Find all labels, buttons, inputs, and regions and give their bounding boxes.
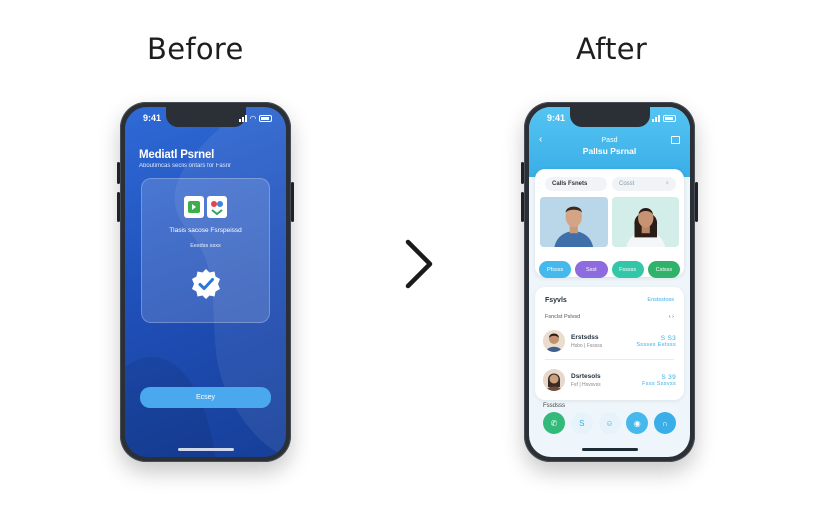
contact-icon[interactable]: ☺ — [598, 412, 621, 434]
close-icon[interactable]: × — [665, 181, 669, 187]
after-heading: After — [576, 32, 648, 66]
action-dock: ✆ S ☺ ◉ ∩ — [543, 412, 676, 434]
n-icon[interactable]: ∩ — [654, 412, 676, 434]
primary-button[interactable]: Ecsey — [140, 387, 271, 408]
status-time: 9:41 — [547, 113, 566, 123]
status-bar: 9:41 ◠ — [143, 112, 272, 124]
card-label: Tlasis sacose Fsrspeissd — [169, 227, 242, 234]
before-heading: Before — [147, 32, 244, 66]
search-input[interactable]: Cosst × — [612, 177, 676, 191]
page-title: Mediatl Psrnel — [139, 149, 215, 161]
list-pager[interactable]: ‹ › — [669, 314, 674, 320]
header-title: Pallsu Psrnal — [582, 146, 637, 156]
divider — [545, 359, 674, 360]
signal-icon — [652, 114, 660, 122]
chip-2[interactable]: Fsssss — [611, 261, 644, 278]
info-card: Tlasis sacose Fsrspeissd Eesdss ssxs — [141, 178, 270, 323]
row-meta: Hsbo | Fsssss — [571, 342, 603, 349]
row-value: Sssses Eetsss — [636, 341, 676, 348]
badge-icon[interactable]: ◉ — [626, 412, 649, 434]
menu-icon[interactable] — [671, 136, 680, 144]
list-link[interactable]: Enstsstoss — [647, 297, 674, 304]
row-name: Dsrtesols — [571, 372, 601, 380]
chip-1[interactable]: Ssst — [575, 261, 608, 278]
app-icon-green — [184, 196, 204, 218]
s-icon[interactable]: S — [570, 412, 593, 434]
row-code: S S3 — [660, 334, 676, 342]
row-value: Fsss Sssvss — [642, 380, 676, 387]
avatar — [543, 369, 565, 391]
list-title: Fsyvls — [545, 297, 567, 304]
avatar — [543, 330, 565, 352]
participant-photo-female[interactable] — [611, 197, 679, 247]
chevron-right-icon — [405, 239, 433, 289]
calls-tab[interactable]: Calls Fsnets — [545, 177, 607, 191]
signal-icon — [238, 114, 247, 122]
card-sublabel: Eesdss ssxs — [190, 243, 221, 249]
after-screen: ‹ Pasd Pallsu Psrnal 9:41 Calls Fsnets C… — [529, 107, 690, 457]
page-subtitle: Aboutimcas seclis ontars for Fasnr — [139, 163, 232, 169]
search-placeholder: Cosst — [619, 181, 635, 187]
wifi-icon: ◠ — [249, 113, 256, 123]
chip-3[interactable]: Cstsss — [647, 261, 680, 278]
row-name: Erstsdss — [571, 333, 599, 341]
before-screen: 9:41 ◠ Mediatl Psrnel Aboutimcas seclis … — [125, 107, 286, 457]
chip-0[interactable]: Pfssss — [539, 261, 572, 278]
row-code: S 39 — [661, 373, 676, 381]
phone-icon[interactable]: ✆ — [543, 412, 565, 434]
status-bar: 9:41 — [547, 112, 676, 124]
row-meta: Fsf | Hsvsvss — [571, 381, 601, 388]
verified-badge-icon — [192, 269, 220, 299]
home-indicator — [581, 448, 638, 451]
home-indicator — [177, 448, 234, 451]
status-time: 9:41 — [143, 113, 162, 123]
header-kicker: Pasd — [601, 137, 618, 144]
dock-label: Fssdsss — [543, 403, 566, 409]
app-icon-multi — [207, 196, 227, 218]
list-item[interactable]: Dsrtesols Fsf | Hsvsvss S 39 Fsss Sssvss — [543, 365, 676, 395]
after-phone: ‹ Pasd Pallsu Psrnal 9:41 Calls Fsnets C… — [521, 102, 698, 462]
list-item[interactable]: Erstsdss Hsbo | Fsssss S S3 Sssses Eetss… — [543, 326, 676, 356]
battery-icon — [259, 114, 272, 122]
list-subtitle: Fsnclst Pslvsd — [545, 314, 581, 320]
filter-chips: Pfssss Ssst Fsssss Cstsss — [539, 261, 680, 278]
battery-icon — [663, 114, 676, 122]
before-phone: 9:41 ◠ Mediatl Psrnel Aboutimcas seclis … — [117, 102, 294, 462]
participant-photo-male[interactable] — [540, 197, 608, 247]
contacts-list: Fsyvls Enstsstoss Fsnclst Pslvsd ‹ › Ers… — [535, 287, 684, 400]
